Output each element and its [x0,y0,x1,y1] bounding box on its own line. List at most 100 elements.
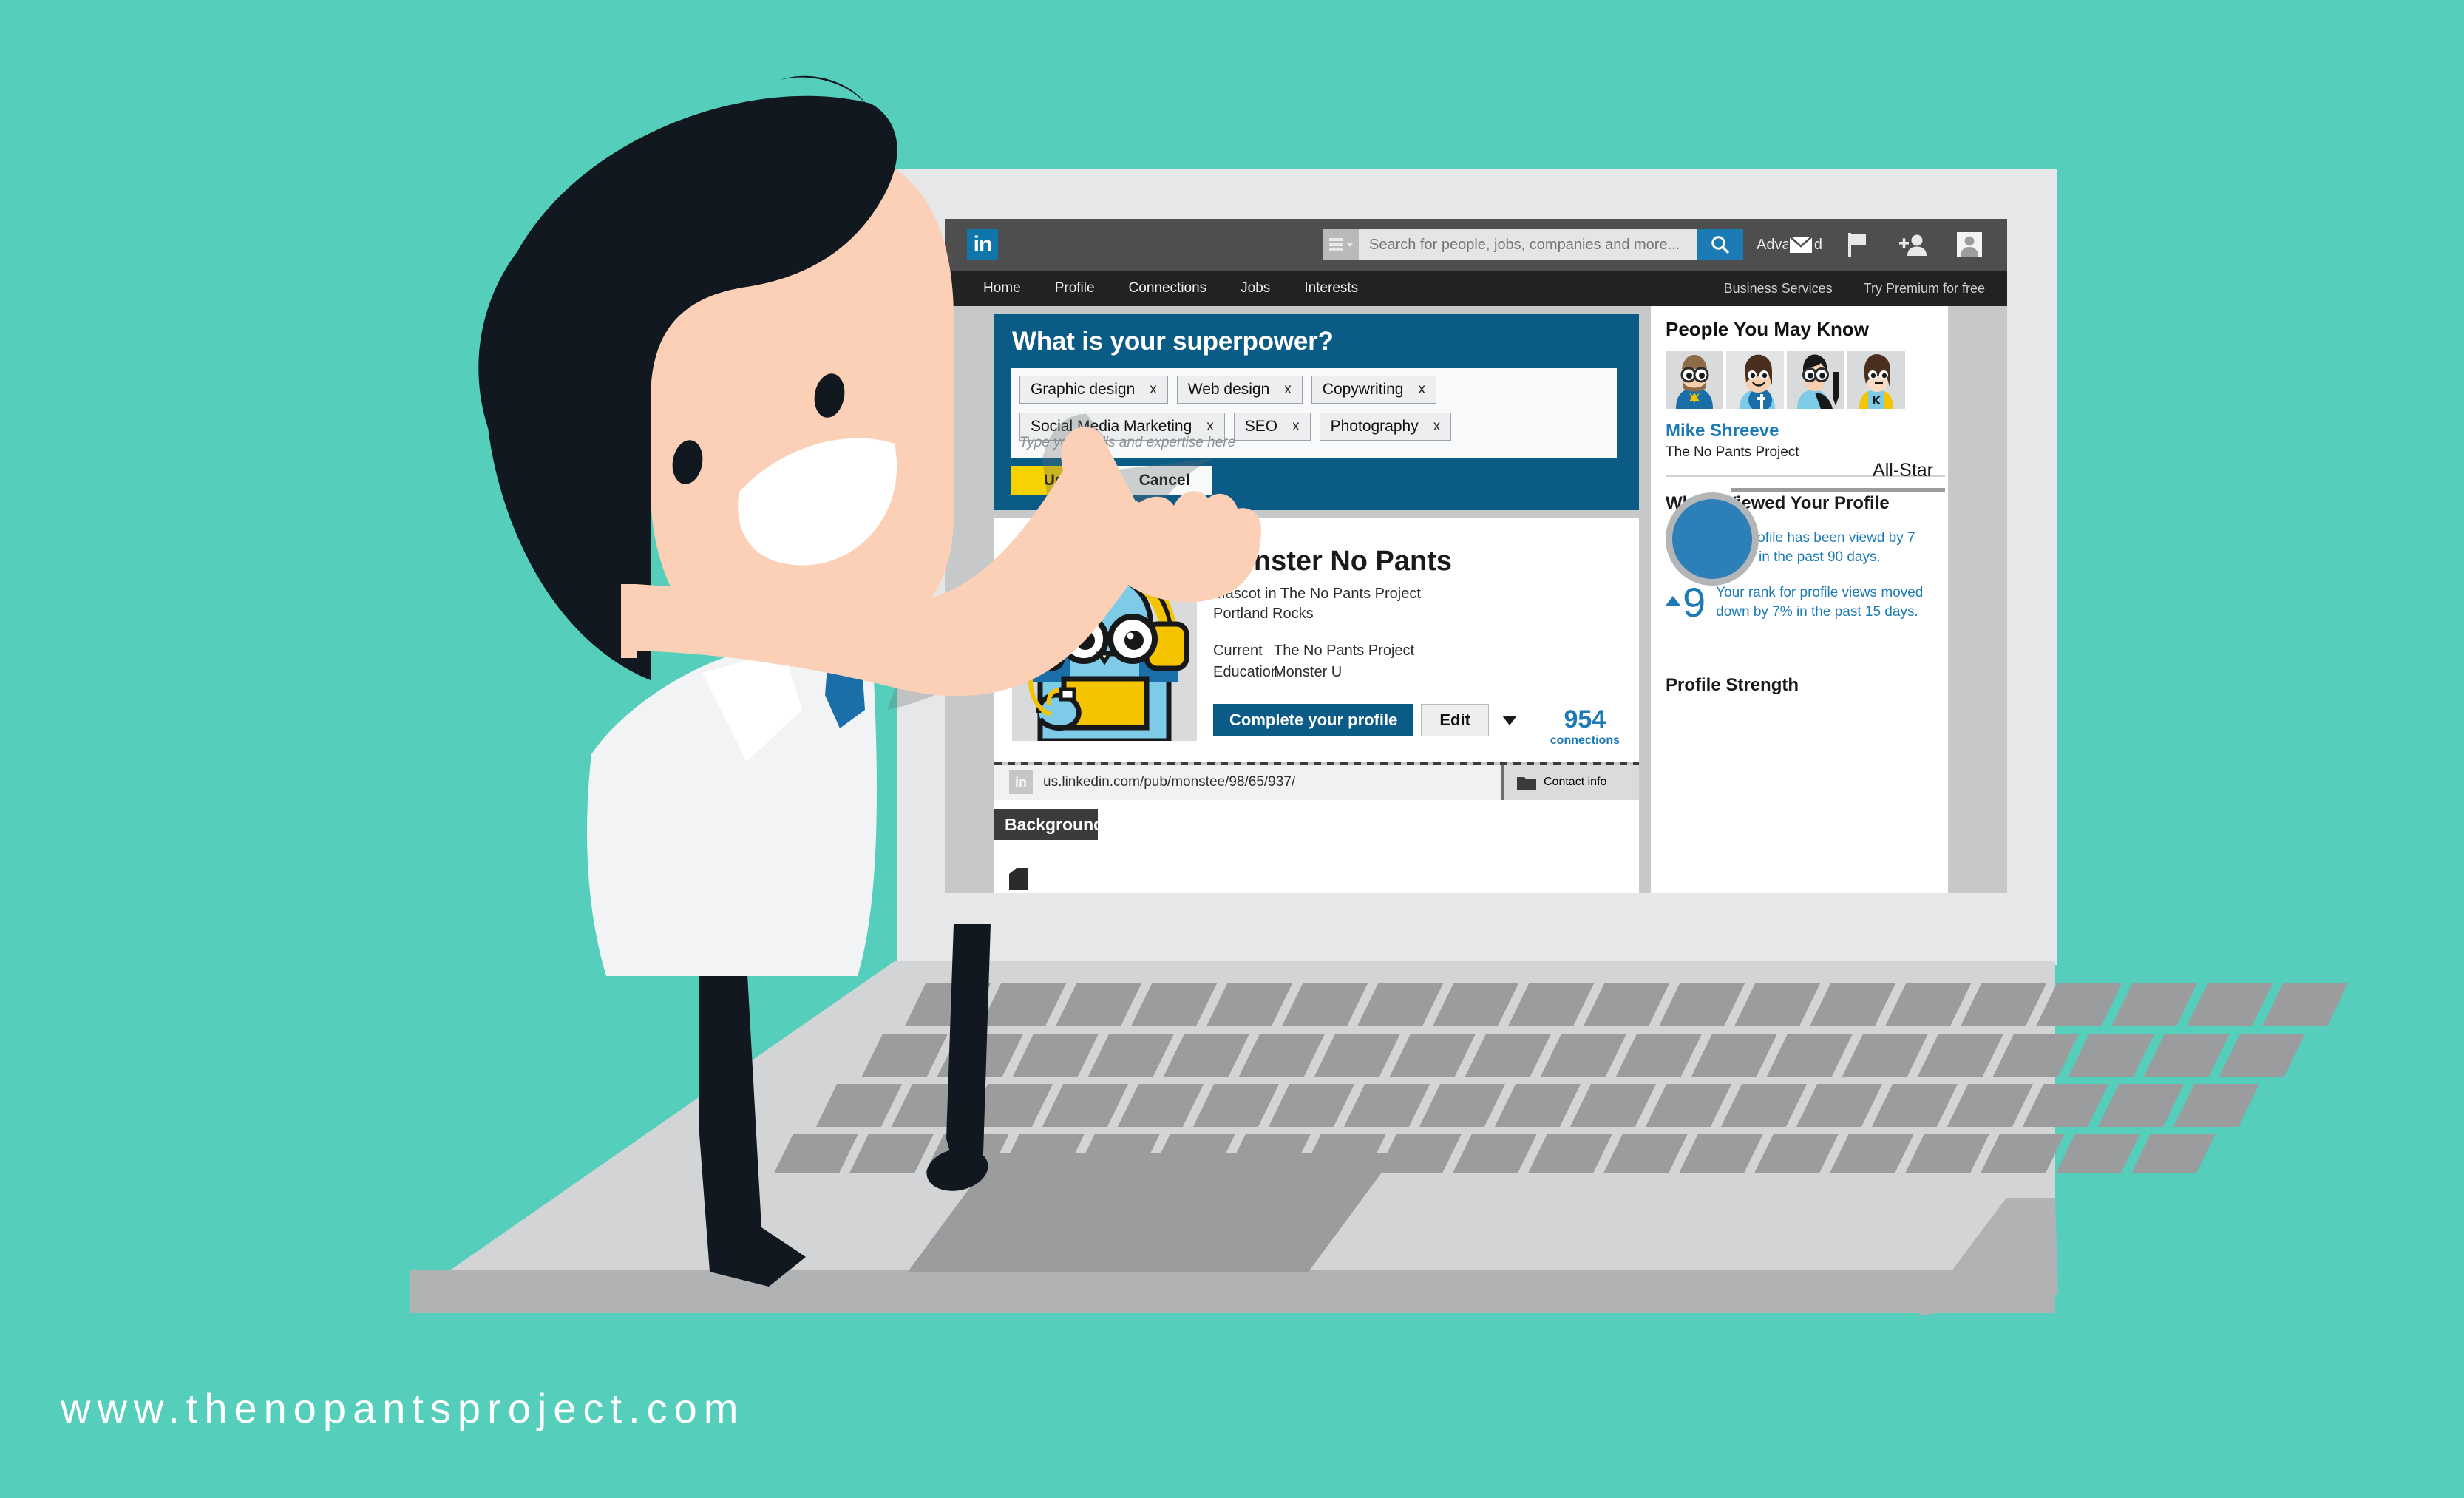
connections-label: connections [1550,734,1620,747]
superpower-dialog-title: What is your superpower? [1012,327,1334,356]
avatar-bearded-glasses-icon[interactable] [1666,351,1723,409]
keyboard-key [2186,983,2273,1026]
avatar-woman-facebook-icon[interactable] [1726,351,1784,409]
nav-item-business-services[interactable]: Business Services [1724,281,1833,296]
profile-strength-level: All-Star [1873,460,1933,481]
search-category-dropdown[interactable] [1323,229,1359,260]
notifications-icon[interactable] [1843,231,1871,259]
avatar-man-pen-icon[interactable] [1787,351,1844,409]
profile-strength-title: Profile Strength [1666,675,1799,695]
site-url: www.thenopantsproject.com [61,1385,745,1431]
nav-item-profile[interactable]: Profile [1055,280,1095,296]
pymk-title: People You May Know [1666,318,1869,340]
skill-chip-remove-icon[interactable]: x [1292,418,1300,435]
keyboard-key [2143,1034,2230,1077]
linkedin-small-icon: in [1009,770,1033,794]
magnifier-icon [1711,236,1729,254]
profile-meta-value: The No Pants Project [1274,643,1415,659]
skill-chip[interactable]: Copywriting x [1311,376,1436,404]
keyboard-key [2111,983,2198,1026]
profile-location: Portland Rocks [1213,606,1314,622]
profile-meta-key: Current [1213,643,1263,659]
keyboard-key [2261,983,2349,1026]
profile-avatar[interactable] [1012,541,1197,741]
skill-chip[interactable]: Graphic design x [1019,376,1168,404]
keyboard-key [2068,1034,2155,1077]
laptop-deck-front [410,1270,2055,1313]
nav-item-try-premium[interactable]: Try Premium for free [1864,281,1985,296]
keyboard-key [2131,1134,2216,1173]
profile-name: Monster No Pants [1213,546,1453,577]
skill-chip-label: Social Media Marketing [1031,418,1192,435]
topbar-icon-group [1787,231,1983,259]
who-viewed-stat[interactable]: 9 Your rank for profile views moved down… [1666,582,1945,623]
page-columns: What is your superpower? Graphic design … [994,306,2007,893]
profile-meta-key: Education [1213,664,1279,680]
pymk-person-company: The No Pants Project [1666,444,1799,460]
skill-chip-remove-icon[interactable]: x [1206,418,1214,435]
contact-info-button[interactable]: Contact info [1501,765,1639,800]
browser-screen: in Advanced [945,219,2007,893]
chevron-down-icon [1345,243,1354,247]
connections-number: 954 [1564,705,1606,733]
nav-item-jobs[interactable]: Jobs [1241,280,1270,296]
profile-card: Monster No Pants Mascot in The No Pants … [994,518,1639,762]
add-connection-icon[interactable] [1899,231,1927,259]
connections-count[interactable]: 954 connections [1550,707,1620,748]
search-button[interactable] [1697,229,1743,260]
nav-item-connections[interactable]: Connections [1129,280,1207,296]
search-bar [1323,229,1743,260]
keyboard-key [2173,1084,2260,1127]
search-input[interactable] [1359,229,1697,260]
cancel-button[interactable]: Cancel [1117,466,1212,495]
who-viewed-stat-text: Your rank for profile views moved down b… [1716,585,1924,620]
skill-chip-remove-icon[interactable]: x [1284,382,1292,398]
pymk-person-name[interactable]: Mike Shreeve [1666,421,1945,441]
contact-info-label: Contact info [1544,776,1607,788]
skill-chip-remove-icon[interactable]: x [1433,418,1441,435]
edit-profile-button[interactable]: Edit [1421,704,1489,736]
secondary-nav: Business Services Try Premium for free [1724,281,1985,296]
laptop-illustration: in Advanced [0,0,2464,1498]
profile-strength-donut [1666,492,1759,586]
trend-arrow-icon [1666,595,1680,606]
profile-headline-text: Mascot in The No Pants Project [1213,586,1421,602]
hamburger-dropdown-icon [1328,238,1343,251]
skill-chip[interactable]: SEO x [1233,413,1311,441]
linkedin-logo-icon[interactable]: in [967,229,998,260]
skills-input-area[interactable]: Graphic design x Web design x Copywritin… [1011,368,1617,458]
keyboard-key [2056,1134,2140,1173]
profile-meta-row: Current The No Pants Project [1213,640,1414,662]
skill-chip-remove-icon[interactable]: x [1419,382,1426,398]
monster-mascot-icon [1012,541,1197,741]
profile-strength-meter: All-Star [1666,460,1947,586]
nav-item-home[interactable]: Home [983,280,1021,296]
nav-item-interests[interactable]: Interests [1304,280,1358,296]
superpower-dialog: What is your superpower? Graphic design … [994,314,1639,510]
skill-chip-label: Graphic design [1031,381,1136,398]
sidebar-column: People You May Know K Mike Shreeve The N… [1651,306,1960,893]
profile-meta-value: Monster U [1274,664,1343,680]
messages-icon[interactable] [1787,231,1815,259]
keyboard-key [2219,1034,2306,1077]
pymk-thumbnails: K [1666,351,1945,409]
background-tab[interactable]: Background [994,809,1104,840]
profile-meta: Current The No Pants Project EducationMon… [1213,640,1414,683]
skill-chip[interactable]: Photography x [1319,413,1452,441]
skill-chip-remove-icon[interactable]: x [1150,382,1157,398]
use-button[interactable]: Use [1011,466,1105,495]
complete-profile-button[interactable]: Complete your profile [1213,704,1414,736]
page-scrollbar[interactable] [1948,306,1960,893]
folder-icon [1517,777,1536,790]
chevron-down-icon[interactable] [1501,715,1517,725]
avatar-woman-k-icon[interactable]: K [1847,351,1905,409]
public-profile-url[interactable]: us.linkedin.com/pub/monstee/98/65/937/ [1043,774,1295,790]
who-viewed-stat-number-wrap: 9 [1666,582,1706,623]
skill-chip-label: Web design [1187,381,1270,398]
skill-chip-label: Copywriting [1322,381,1404,398]
skill-chip-list: Graphic design x Web design x Copywritin… [1019,376,1608,441]
skills-input-placeholder: Type your skills and expertise here [1019,435,1236,450]
primary-nav: Home Profile Connections Jobs Interests [983,280,1358,296]
account-avatar-icon[interactable] [1955,231,1983,259]
skill-chip[interactable]: Web design x [1176,376,1303,404]
